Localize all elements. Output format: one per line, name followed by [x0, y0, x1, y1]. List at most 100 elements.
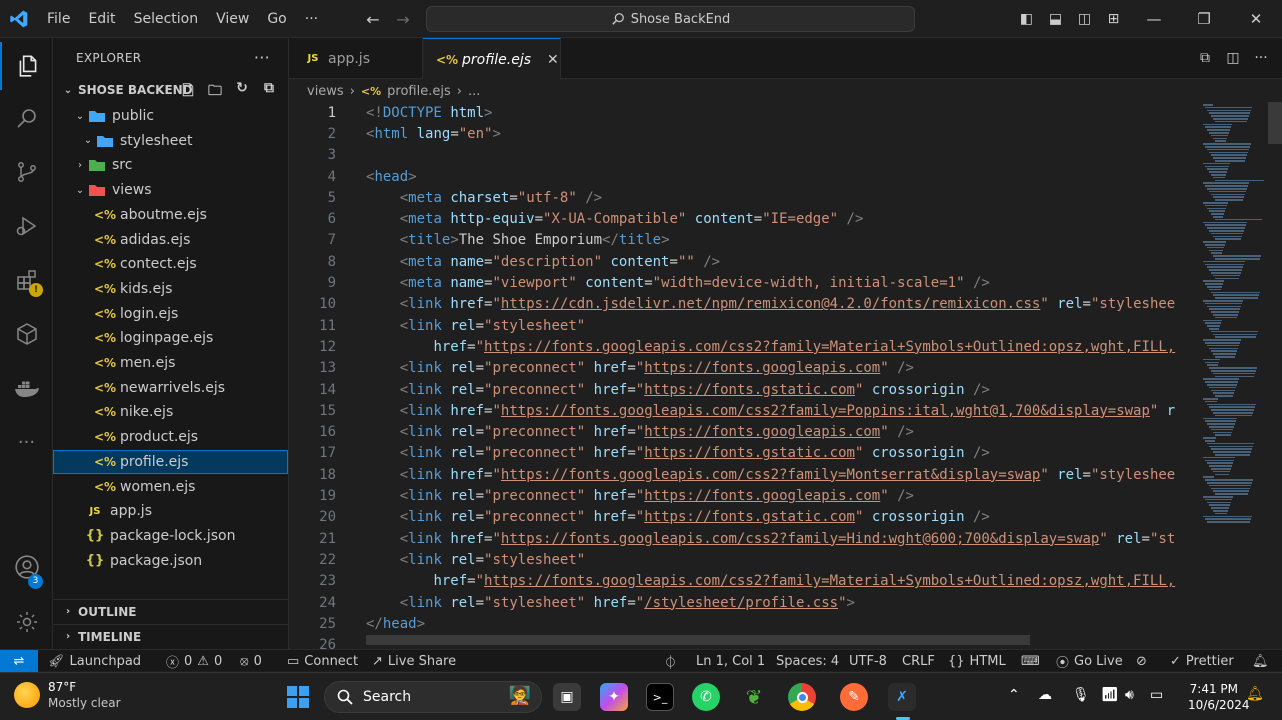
microphone-icon[interactable]: 🎙︎ — [1072, 687, 1090, 703]
terminal-icon[interactable]: ⌨ — [1021, 650, 1040, 672]
minimize-icon[interactable]: — — [1129, 0, 1179, 38]
timeline-section[interactable]: › TIMELINE — [53, 624, 288, 648]
new-file-icon[interactable]: 🗋 — [177, 80, 199, 104]
tree-item-views[interactable]: ⌄ views — [53, 178, 288, 202]
weather-widget[interactable]: 87°F Mostly clear — [14, 679, 121, 711]
menu-selection[interactable]: Selection — [125, 0, 208, 38]
tree-item-adidas-ejs[interactable]: <% adidas.ejs — [53, 228, 288, 252]
outline-section[interactable]: › OUTLINE — [53, 599, 288, 623]
indentation[interactable]: Spaces: 4 — [776, 650, 839, 672]
launchpad-item[interactable]: 🚀︎ Launchpad — [48, 650, 141, 672]
tree-item-aboutme-ejs[interactable]: <% aboutme.ejs — [53, 203, 288, 227]
editor-more-icon[interactable]: ··· — [1252, 50, 1270, 66]
new-folder-icon[interactable]: 🗀 — [204, 80, 226, 104]
tab-profile-ejs[interactable]: <% profile.ejs ✕ — [423, 38, 561, 80]
vscode-taskbar-icon[interactable]: ✗ — [888, 683, 916, 711]
run-debug-icon[interactable] — [0, 202, 53, 250]
breadcrumb-symbol[interactable]: ... — [468, 84, 480, 99]
minimap[interactable] — [1199, 102, 1267, 649]
live-share-item[interactable]: ↗ Live Share — [372, 650, 456, 672]
tree-item-src[interactable]: › src — [53, 153, 288, 177]
tree-item-profile-ejs[interactable]: <% profile.ejs — [53, 449, 288, 474]
copilot-disabled-icon[interactable]: ⊘ — [1136, 650, 1147, 672]
onedrive-cloud-icon[interactable]: ☁ — [1038, 687, 1052, 703]
horizontal-scrollbar[interactable] — [366, 635, 1030, 645]
menu-go[interactable]: Go — [258, 0, 295, 38]
problems-item[interactable]: ⓧ 0 ⚠ 0 — [166, 650, 222, 672]
notification-bell-icon[interactable]: 🔔︎ — [1246, 686, 1264, 702]
split-editor-icon[interactable]: ◫ — [1224, 50, 1242, 66]
customize-layout-icon[interactable]: ⊞ — [1099, 11, 1128, 27]
remote-indicator-icon[interactable]: ⇌ — [0, 650, 38, 672]
accounts-icon[interactable]: 3 — [0, 543, 53, 591]
source-control-icon[interactable] — [0, 148, 53, 196]
go-live-item[interactable]: ⦿ Go Live — [1056, 650, 1123, 672]
tree-item-contect-ejs[interactable]: <% contect.ejs — [53, 252, 288, 276]
whatsapp-icon[interactable]: ✆ — [692, 683, 720, 711]
open-changes-icon[interactable]: ⧉ — [1196, 50, 1214, 66]
cursor-position[interactable]: Ln 1, Col 1 — [696, 650, 765, 672]
wifi-icon[interactable]: 📶︎ — [1101, 687, 1119, 703]
tree-item-package-json[interactable]: {} package.json — [53, 549, 288, 573]
tree-item-newarrivels-ejs[interactable]: <% newarrivels.ejs — [53, 376, 288, 400]
more-icon[interactable]: ··· — [0, 418, 53, 466]
connect-item[interactable]: ▭ Connect — [287, 650, 358, 672]
ports-item[interactable]: ⦻ 0 — [240, 650, 262, 672]
back-arrow-icon[interactable]: ← — [358, 10, 388, 29]
prettier-item[interactable]: ✓ Prettier — [1170, 650, 1234, 672]
tree-item-men-ejs[interactable]: <% men.ejs — [53, 351, 288, 375]
close-window-icon[interactable]: ✕ — [1231, 0, 1281, 38]
menu-edit[interactable]: Edit — [79, 0, 124, 38]
vertical-scrollbar[interactable] — [1268, 102, 1282, 144]
task-view-icon[interactable]: ▣ — [553, 683, 581, 711]
language-mode[interactable]: {} HTML — [948, 650, 1006, 672]
menu-view[interactable]: View — [207, 0, 258, 38]
windows-start-icon[interactable] — [287, 686, 309, 708]
collapse-all-icon[interactable]: ⧉ — [258, 80, 280, 104]
close-tab-icon[interactable]: ✕ — [547, 52, 559, 68]
copilot-icon[interactable]: ✦ — [600, 683, 628, 711]
breadcrumb-file[interactable]: profile.ejs — [387, 84, 451, 99]
encoding[interactable]: UTF-8 — [849, 650, 887, 672]
postman-icon[interactable]: ✎ — [840, 683, 868, 711]
battery-icon[interactable]: ▭ — [1150, 687, 1163, 703]
toggle-primary-sidebar-icon[interactable]: ◧ — [1012, 11, 1041, 27]
system-clock[interactable]: 7:41 PM 10/6/2024 — [1188, 681, 1250, 713]
tree-item-kids-ejs[interactable]: <% kids.ejs — [53, 277, 288, 301]
command-center[interactable]: Shose BackEnd — [426, 6, 915, 32]
tree-item-stylesheet[interactable]: ⌄ stylesheet — [53, 129, 288, 153]
menu-file[interactable]: File — [38, 0, 79, 38]
menu-more[interactable]: ··· — [296, 0, 327, 38]
end-of-line[interactable]: CRLF — [902, 650, 935, 672]
breadcrumb-folder[interactable]: views — [307, 84, 344, 99]
mongodb-icon[interactable]: ❦ — [740, 683, 768, 711]
explorer-icon[interactable] — [0, 42, 53, 90]
notifications-bell-icon[interactable]: 🔔︎ — [1252, 650, 1269, 672]
volume-icon[interactable]: 🔊︎ — [1125, 687, 1134, 703]
tree-item-product-ejs[interactable]: <% product.ejs — [53, 425, 288, 449]
refresh-icon[interactable]: ↻ — [231, 80, 253, 104]
explorer-more-icon[interactable]: ··· — [254, 48, 270, 67]
tree-item-women-ejs[interactable]: <% women.ejs — [53, 475, 288, 499]
tree-item-nike-ejs[interactable]: <% nike.ejs — [53, 400, 288, 424]
toggle-secondary-sidebar-icon[interactable]: ◫ — [1070, 11, 1099, 27]
search-icon[interactable] — [0, 94, 53, 142]
tree-item-app-js[interactable]: JS app.js — [53, 499, 288, 523]
terminal-app-icon[interactable]: >_ — [646, 683, 674, 711]
restore-icon[interactable]: ❐ — [1179, 0, 1229, 38]
git-graph-icon[interactable]: ⏀ — [664, 650, 677, 672]
forward-arrow-icon[interactable]: → — [388, 10, 418, 29]
toggle-panel-icon[interactable]: ⬓ — [1041, 11, 1070, 27]
code-editor[interactable]: 1 <!DOCTYPE html> 2 <html lang="en"> 3 4 <head… — [289, 102, 1282, 649]
remote-explorer-icon[interactable] — [0, 310, 53, 358]
tab-app-js[interactable]: JS app.js — [289, 38, 423, 79]
chrome-icon[interactable] — [788, 683, 816, 711]
tree-item-login-ejs[interactable]: <% login.ejs — [53, 302, 288, 326]
show-hidden-icons-chevron-icon[interactable]: ⌃ — [1008, 687, 1020, 703]
tree-item-loginpage-ejs[interactable]: <% loginpage.ejs — [53, 326, 288, 350]
taskbar-search[interactable]: Search 🧑‍🏫 — [324, 681, 542, 713]
extensions-icon[interactable]: ! — [0, 256, 53, 304]
tree-item-public[interactable]: ⌄ public — [53, 104, 288, 128]
manage-gear-icon[interactable] — [0, 598, 53, 646]
docker-icon[interactable] — [0, 364, 53, 412]
